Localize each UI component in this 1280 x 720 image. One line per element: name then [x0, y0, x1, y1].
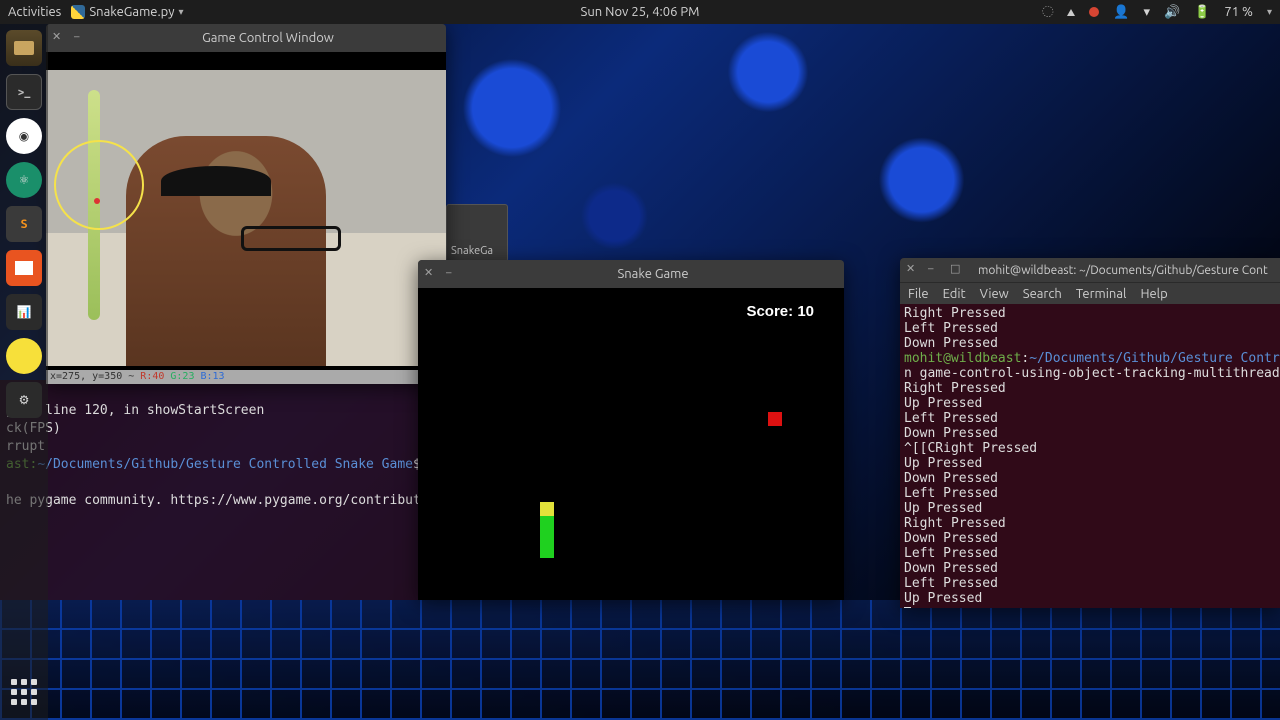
score-display: Score: 10 — [746, 304, 814, 319]
maximize-icon[interactable]: □ — [950, 264, 962, 276]
indicator-icon[interactable] — [1067, 9, 1075, 16]
snake-game-window: ✕ – Snake Game Score: 10 — [418, 260, 844, 600]
window-title: mohit@wildbeast: ~/Documents/Github/Gest… — [978, 264, 1268, 277]
battery-percent: 71 % — [1224, 5, 1253, 19]
volume-icon[interactable]: 🔊 — [1164, 5, 1180, 20]
webcam-status-bar: x=275, y=350 ~ R:40 G:23 B:13 — [46, 370, 446, 384]
clock[interactable]: Sun Nov 25, 4:06 PM — [581, 5, 700, 19]
background-tab[interactable]: SnakeGa — [446, 204, 508, 262]
launcher-dock: >_ ◉ ⚛ S 📊 ⚙ — [0, 24, 48, 720]
menu-help[interactable]: Help — [1140, 287, 1167, 301]
score-value: 10 — [797, 303, 814, 320]
menu-edit[interactable]: Edit — [943, 287, 966, 301]
minimize-icon[interactable]: – — [928, 264, 940, 276]
window-title: Game Control Window — [96, 31, 440, 45]
python-icon — [71, 5, 85, 19]
accessibility-icon[interactable]: ◌ — [1042, 5, 1053, 19]
terminal-window: ✕ – □ mohit@wildbeast: ~/Documents/Githu… — [900, 258, 1280, 608]
dock-files[interactable] — [6, 30, 42, 66]
user-icon[interactable]: 👤 — [1113, 5, 1129, 20]
dock-settings[interactable]: ⚙ — [6, 382, 42, 418]
app-menu-label: SnakeGame.py — [89, 5, 174, 19]
game-control-window: ✕ – Game Control Window x=275, y=350 ~ R… — [46, 24, 446, 384]
minimize-icon[interactable]: – — [446, 268, 458, 280]
gnome-top-bar: Activities SnakeGame.py ▾ Sun Nov 25, 4:… — [0, 0, 1280, 24]
tracking-centroid — [94, 198, 100, 204]
dock-system-monitor[interactable]: 📊 — [6, 294, 42, 330]
window-title: Snake Game — [468, 267, 838, 281]
show-applications-button[interactable] — [6, 674, 42, 710]
screen-record-icon[interactable] — [1089, 7, 1099, 17]
menu-file[interactable]: File — [908, 287, 929, 301]
system-menu-chevron-icon[interactable]: ▾ — [1267, 6, 1272, 18]
bg-term-path: ~/Documents/Github/Gesture Controlled Sn… — [37, 457, 413, 472]
score-label: Score: — [746, 303, 797, 320]
network-icon[interactable]: ▾ — [1143, 5, 1150, 20]
close-icon[interactable]: ✕ — [906, 264, 918, 276]
menu-search[interactable]: Search — [1023, 287, 1062, 301]
tracking-circle — [54, 140, 144, 230]
status-xy: x=275, y=350 ~ — [50, 370, 134, 384]
status-r: R:40 — [140, 370, 164, 384]
minimize-icon[interactable]: – — [74, 32, 86, 44]
snake-body-segment — [540, 516, 554, 558]
activities-button[interactable]: Activities — [8, 5, 61, 19]
background-terminal[interactable]: py", line 120, in showStartScreen ck(FPS… — [0, 380, 445, 600]
webcam-feed: x=275, y=350 ~ R:40 G:23 B:13 — [46, 52, 446, 384]
terminal-cursor — [904, 607, 911, 608]
dock-chrome[interactable]: ◉ — [6, 118, 42, 154]
snake-head — [540, 502, 554, 516]
dock-terminal[interactable]: >_ — [6, 74, 42, 110]
snake-game-canvas[interactable]: Score: 10 — [418, 288, 844, 600]
menu-terminal[interactable]: Terminal — [1076, 287, 1127, 301]
terminal-output[interactable]: Right Pressed Left Pressed Down Pressed … — [900, 304, 1280, 608]
background-tab-label: SnakeGa — [451, 245, 493, 257]
close-icon[interactable]: ✕ — [52, 32, 64, 44]
battery-icon[interactable]: 🔋 — [1194, 5, 1210, 20]
dock-software[interactable] — [6, 250, 42, 286]
terminal-menubar: File Edit View Search Terminal Help — [900, 282, 1280, 304]
chevron-down-icon: ▾ — [179, 6, 184, 18]
snake-food — [768, 412, 782, 426]
menu-view[interactable]: View — [980, 287, 1009, 301]
app-menu[interactable]: SnakeGame.py ▾ — [71, 5, 183, 19]
bg-term-line: he pygame community. https://www.pygame.… — [6, 493, 445, 508]
status-b: B:13 — [200, 370, 224, 384]
webcam-person — [126, 136, 326, 366]
dock-atom[interactable]: ⚛ — [6, 162, 42, 198]
dock-misc-app[interactable] — [6, 338, 42, 374]
close-icon[interactable]: ✕ — [424, 268, 436, 280]
dock-sublime[interactable]: S — [6, 206, 42, 242]
status-g: G:23 — [170, 370, 194, 384]
